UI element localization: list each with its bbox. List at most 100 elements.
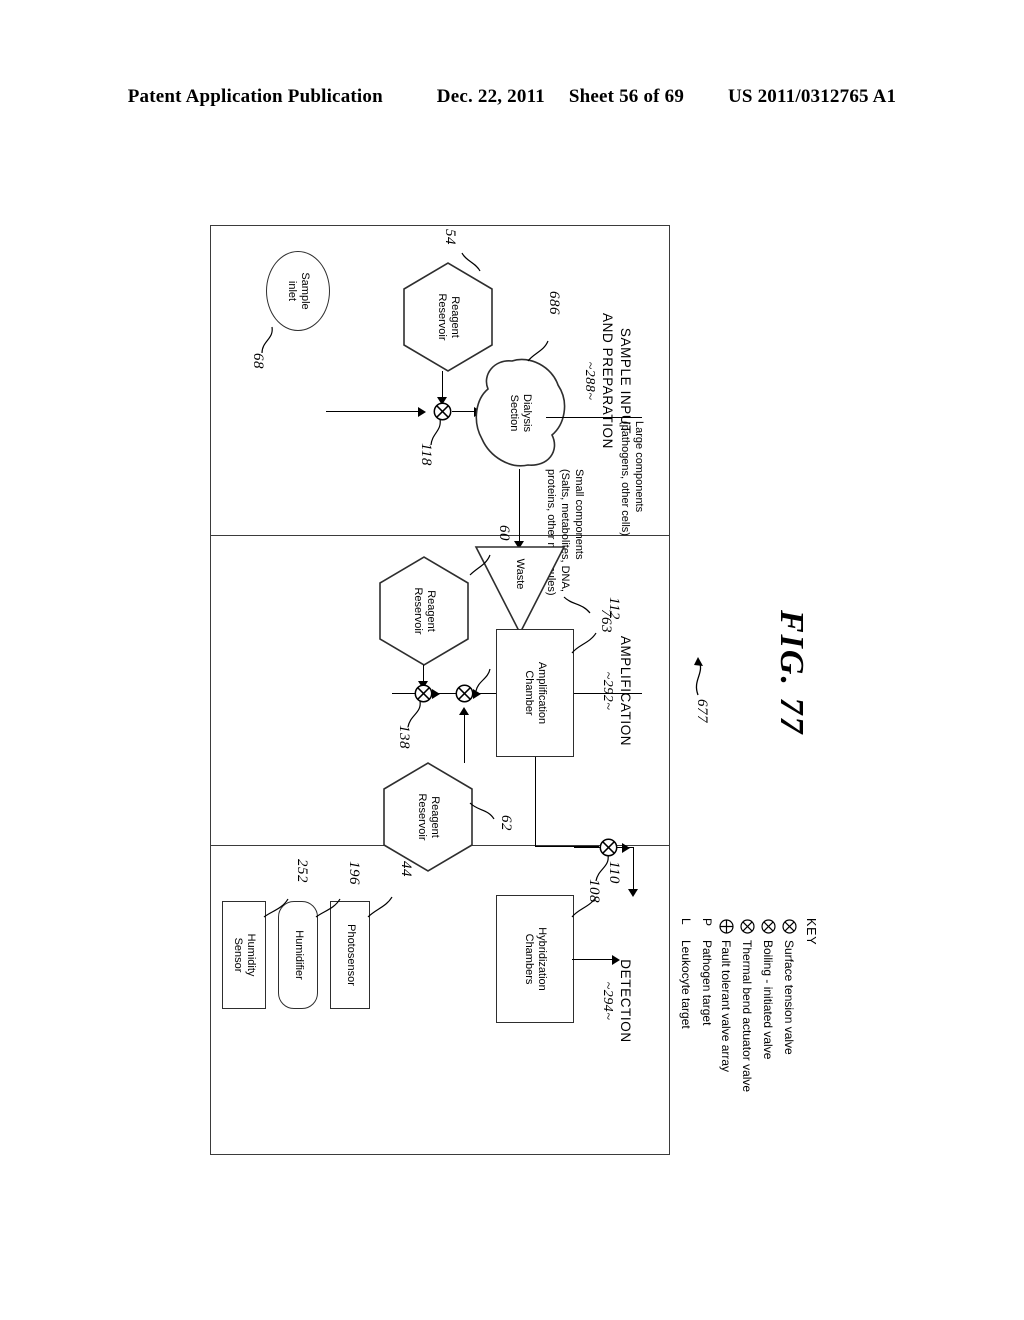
letter-l-icon: L — [679, 918, 693, 925]
key-title: KEY — [804, 918, 818, 946]
key-label-boiling-initiated-valve: Boiling - initiated valve — [761, 940, 776, 1060]
ref-numeral-196: 196 — [346, 861, 362, 885]
ref-numeral-60: 60 — [496, 525, 512, 541]
leader-252 — [263, 898, 289, 918]
key-item-fault-tolerant-valve-array: Fault tolerant valve array — [718, 918, 735, 1072]
rr54-line2: Reservoir — [436, 293, 448, 341]
humidity-sensor-line2: Sensor — [232, 937, 244, 973]
amplification-chamber-line2: Chamber — [523, 670, 535, 716]
letter-p-icon: P — [700, 918, 714, 927]
leader-196 — [315, 898, 341, 918]
photosensor-label: Photosensor — [344, 924, 357, 986]
section-title-detection-line1: DETECTION — [618, 959, 633, 1043]
header-patent-number: US 2011/0312765 A1 — [727, 86, 897, 107]
figure-77-diagram: SAMPLE INPUT AND PREPARATION ~288~ AMPLI… — [210, 225, 670, 1155]
section-numeral-288: ~288~ — [581, 361, 597, 401]
leader-686 — [527, 340, 549, 362]
key-item-thermal-bend-actuator-valve: Thermal bend actuator valve — [739, 918, 756, 1092]
hybridization-line2: Chambers — [523, 933, 535, 985]
sample-inlet-label-line1: Sample — [299, 272, 312, 310]
key-item-leukocyte-target: L Leukocyte target — [679, 918, 693, 1029]
header-date: Dec. 22, 2011 — [436, 86, 545, 107]
ref-numeral-686: 686 — [546, 291, 562, 315]
node-sample-inlet[interactable]: Sample inlet — [266, 251, 330, 331]
sample-inlet-label-line2: inlet — [286, 280, 298, 302]
key-legend: KEY Surface tension valve Boiling - init… — [668, 918, 818, 1208]
rr60-line1: Reagent — [425, 590, 438, 632]
key-label-thermal-bend-actuator-valve: Thermal bend actuator valve — [740, 940, 755, 1093]
connector-ampchamber-riser — [535, 846, 599, 848]
dialysis-line1: Dialysis — [521, 394, 534, 432]
figure-label: FIG. 77 — [740, 610, 810, 800]
ref-numeral-54: 54 — [442, 229, 458, 245]
section-title-amplification-line1: AMPLIFICATION — [618, 635, 633, 747]
ref-numeral-252: 252 — [294, 859, 310, 883]
node-amplification-chamber[interactable]: Amplification Chamber — [496, 629, 574, 757]
figure-reference-677: 677 — [678, 655, 718, 765]
ref-numeral-110: 110 — [606, 861, 622, 884]
ref-numeral-68: 68 — [250, 353, 266, 369]
large-components-line2: (pathogens, other cells) — [618, 421, 631, 536]
connector-rr62-to-valve140 — [463, 711, 465, 763]
node-hybridization-chambers[interactable]: Hybridization Chambers — [496, 895, 574, 1023]
reagent-reservoir-62-label: Reagent Reservoir — [382, 761, 474, 873]
ref-numeral-138: 138 — [396, 725, 412, 749]
connector-hyb-riser — [572, 959, 614, 961]
humidifier-label: Humidifier — [292, 930, 305, 980]
node-reagent-reservoir-62[interactable]: Reagent Reservoir — [382, 761, 474, 873]
arrow-rr62-to-valve140 — [459, 707, 470, 715]
large-components-line1: Large components — [633, 421, 645, 513]
circle-x-icon — [739, 918, 756, 935]
key-label-leukocyte-target: Leukocyte target — [679, 940, 693, 1029]
connector-valve118-to-dialysis — [452, 411, 476, 413]
rr54-line1: Reagent — [449, 296, 462, 338]
arrow-to-hyb-chambers — [628, 889, 639, 897]
connector-ampchamber-right — [534, 757, 536, 847]
key-item-boiling-initiated-valve: Boiling - initiated valve — [760, 918, 777, 1059]
key-label-surface-tension-valve: Surface tension valve — [782, 940, 797, 1055]
dialysis-section-label: Dialysis Section — [474, 355, 566, 471]
leader-110 — [571, 896, 597, 918]
ref-numeral-62: 62 — [498, 815, 514, 831]
key-label-pathogen-target: Pathogen target — [700, 940, 714, 1026]
section-title-detection: DETECTION ~294~ — [597, 901, 634, 1101]
connector-dialysis-large-components — [546, 417, 642, 419]
circle-x-icon — [781, 918, 798, 935]
arrow-sample-inlet-to-valve118 — [418, 406, 426, 417]
hybridization-line1: Hybridization — [536, 927, 549, 991]
key-item-pathogen-target: P Pathogen target — [700, 918, 714, 1025]
connector-valve108-lateral — [632, 847, 634, 893]
section-divider-1 — [210, 535, 670, 536]
connector-rr54-to-valve118 — [441, 371, 443, 399]
key-item-surface-tension-valve: Surface tension valve — [781, 918, 798, 1055]
leader-60 — [469, 554, 491, 576]
amplification-chamber-line1: Amplification — [536, 661, 549, 725]
annotation-large-components: Large components (pathogens, other cells… — [618, 421, 646, 536]
figure-label-text: FIG. 77 — [773, 610, 810, 736]
arrow-valve138-up — [432, 688, 440, 699]
ref-numeral-112: 112 — [606, 597, 622, 620]
header-publication: Patent Application Publication — [127, 86, 383, 107]
section-numeral-294: ~294~ — [599, 981, 615, 1021]
circle-x-icon — [760, 918, 777, 935]
arrow-valve108-to-hyb — [622, 842, 630, 853]
ref-numeral-44: 44 — [398, 861, 414, 877]
rr62-line1: Reagent — [429, 796, 442, 838]
connector-sample-inlet-to-valve118 — [326, 411, 420, 413]
circle-plus-icon — [718, 918, 735, 935]
humidity-sensor-line1: Humidity — [245, 933, 258, 977]
dialysis-line2: Section — [508, 394, 520, 432]
ref-numeral-677: 677 — [694, 699, 710, 723]
ref-numeral-118: 118 — [418, 443, 434, 466]
connector-dialysis-to-waste — [518, 469, 520, 545]
leader-44 — [367, 896, 393, 918]
leader-112 — [571, 632, 597, 654]
node-dialysis-section[interactable]: Dialysis Section — [474, 355, 566, 471]
small-components-line1: Small components — [573, 469, 585, 560]
rr60-line2: Reservoir — [412, 587, 424, 635]
page-header: Patent Application Publication Dec. 22, … — [0, 86, 1024, 108]
arrow-hyb-up — [612, 954, 620, 965]
section-title-sample-input-line2: AND PREPARATION — [599, 312, 615, 450]
header-sheet: Sheet 56 of 69 — [568, 86, 685, 107]
key-label-fault-tolerant-valve-array: Fault tolerant valve array — [719, 940, 734, 1073]
